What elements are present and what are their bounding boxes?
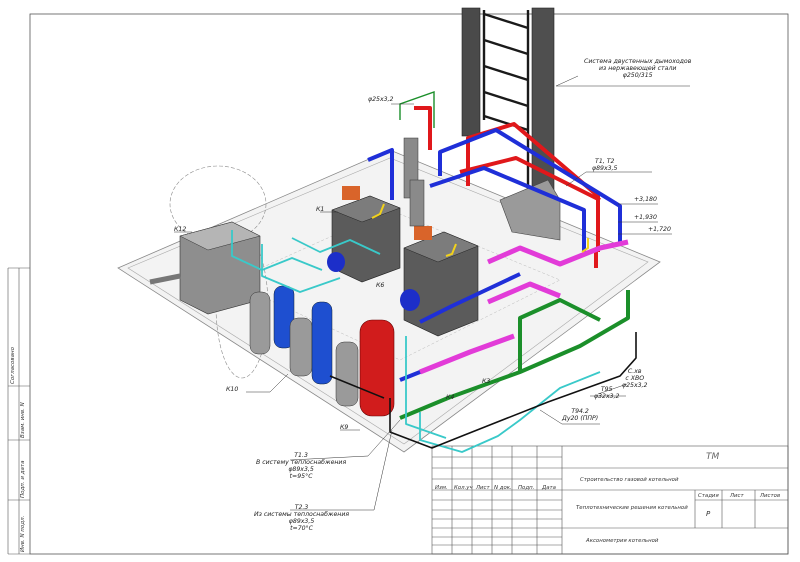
t13-code: Т1.3	[294, 452, 308, 459]
t1t2-code: Т1, Т2	[595, 158, 615, 165]
v1-callout: С.хв с ХВО φ25x3,2	[622, 368, 647, 389]
pipe-top-size: φ25x3,2	[368, 96, 394, 103]
v1-line1: С.хв	[627, 368, 642, 375]
side-podp-data: Подп. и дата	[20, 460, 26, 498]
label-k10: К10	[226, 386, 239, 393]
label-k3: К3	[482, 378, 491, 385]
t1t2-size: φ89x3,5	[592, 165, 618, 172]
t942-callout: Т94.2 Ду20 (ППР)	[562, 408, 598, 422]
side-vzam-inv: Взам. инв. N	[20, 402, 26, 438]
chimney-callout: Система двустенных дымоходов из нержавею…	[584, 58, 691, 79]
tb-h-podp: Подп.	[518, 485, 535, 491]
t23-size: φ89x3,5	[288, 518, 315, 525]
t95-code: Т95	[600, 386, 613, 393]
tb-stadiya: Р	[706, 510, 711, 518]
label-k1: К1	[316, 206, 325, 213]
t13-callout: Т1.3 В систему теплоснабжения φ89x3,5 t=…	[256, 452, 346, 480]
tb-h-list2: Лист	[730, 493, 744, 499]
tb-h-ndok: N док.	[494, 485, 512, 491]
label-k4: К4	[446, 394, 455, 401]
elevation-1: +3,180	[634, 196, 657, 203]
t942-code: Т94.2	[571, 408, 589, 415]
side-inv-podl: Инв. N подл.	[20, 515, 26, 552]
chimney-title-line2: из нержавеющей стали	[598, 65, 677, 72]
t13-desc: В систему теплоснабжения	[256, 459, 347, 466]
tb-h-list: Лист	[476, 485, 490, 491]
tb-h-listov: Листов	[760, 493, 781, 499]
expansion-vessel-k9	[359, 319, 395, 417]
t13-temp: t=95°С	[289, 473, 313, 480]
side-soglasovano: Согласовано	[10, 347, 16, 384]
t95-size: φ32x3,2	[594, 393, 620, 400]
chimney-title-line1: Система двустенных дымоходов	[584, 58, 692, 65]
t95-callout: Т95 φ32x3,2	[594, 386, 619, 400]
t23-desc: Из системы теплоснабжения	[254, 511, 350, 518]
t23-temp: t=70°С	[290, 525, 313, 532]
label-k9: К9	[340, 424, 349, 431]
t23-callout: Т2.3 Из системы теплоснабжения φ89x3,5 t…	[254, 504, 349, 532]
label-k12: К12	[174, 226, 187, 233]
side-strip	[7, 267, 30, 555]
t1t2-callout: Т1, Т2 φ89x3,5	[592, 158, 617, 172]
t23-code: Т2.3	[294, 504, 309, 511]
v1-line3: φ25x3,2	[622, 382, 648, 389]
elevation-2: +1,930	[634, 214, 657, 221]
tb-sheet-title: Аксонометрия котельной	[586, 538, 659, 544]
v1-line2: с ХВО	[625, 375, 645, 382]
elevation-3: +1,720	[648, 226, 671, 233]
tb-h-stadiya: Стадия	[698, 493, 719, 499]
t942-size: Ду20 (ППР)	[562, 415, 599, 422]
label-k6: К6	[376, 282, 385, 289]
tb-h-kol: Кол.уч	[454, 485, 473, 491]
tb-project: Строительство газовой котельной	[580, 477, 679, 483]
tb-h-data: Дата	[542, 485, 556, 491]
chimney-size: φ250/315	[622, 72, 653, 79]
t13-size: φ89x3,5	[288, 466, 314, 473]
tb-h-izm: Изм.	[435, 485, 448, 491]
drawing-sheet	[7, 7, 789, 555]
tb-section: Теплотехнические решения котельной	[576, 505, 688, 511]
tb-code: ТМ	[706, 452, 720, 462]
